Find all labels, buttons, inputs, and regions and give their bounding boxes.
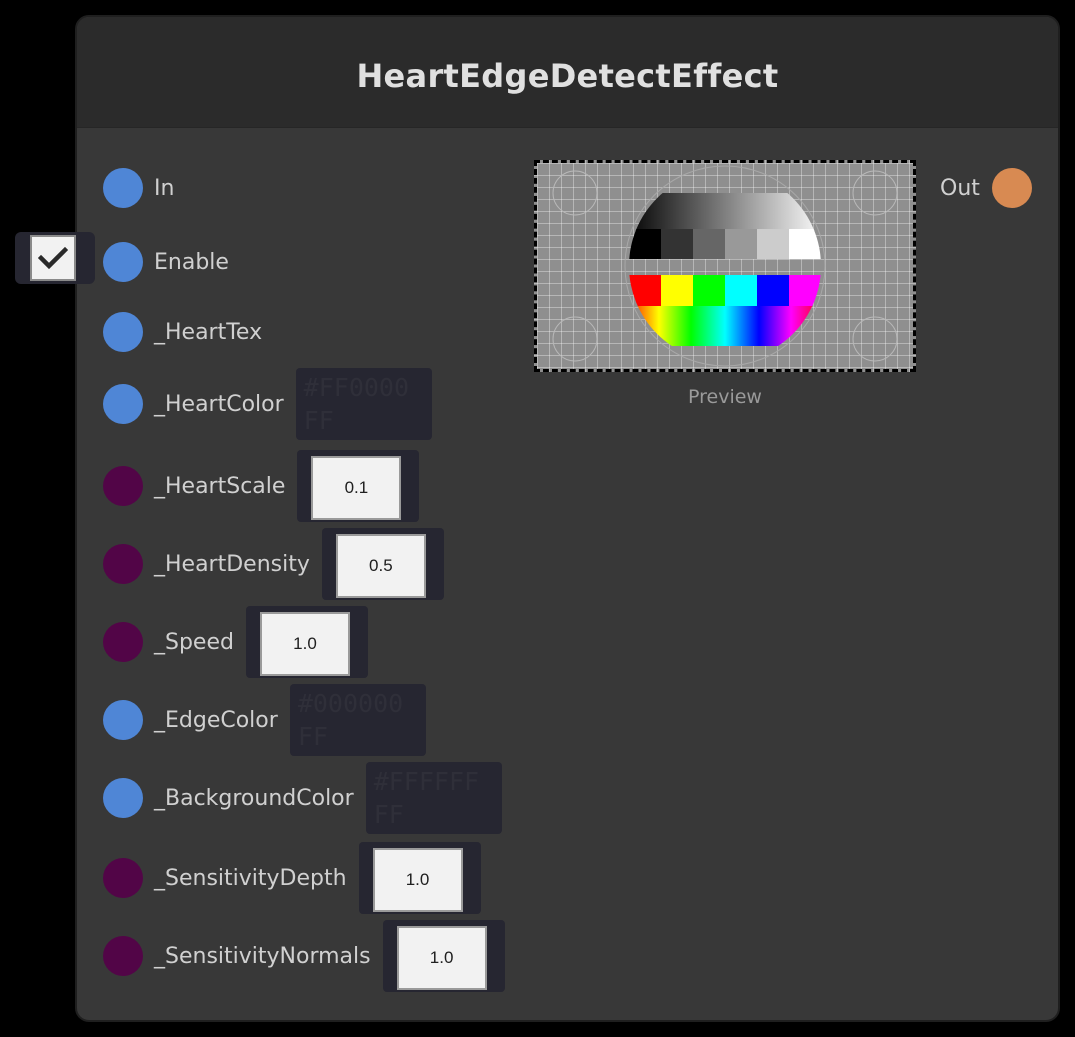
- input-port-dot[interactable]: [103, 168, 143, 208]
- input-port-label: _SensitivityDepth: [154, 865, 347, 891]
- sensitivity-normals-float-field[interactable]: 1.0: [382, 920, 505, 992]
- input-port-speed[interactable]: _Speed 1.0: [103, 606, 368, 678]
- input-port-heart-density[interactable]: _HeartDensity 0.5: [103, 528, 444, 600]
- edge-color-color-field[interactable]: #000000FF: [289, 684, 426, 756]
- input-port-dot[interactable]: [103, 936, 143, 976]
- gray-step-block: [661, 229, 693, 259]
- input-port-label: _Speed: [154, 629, 234, 655]
- color-bar-block: [629, 275, 661, 307]
- input-port-enable[interactable]: Enable: [103, 240, 229, 284]
- input-port-heart-color[interactable]: _HeartColor #FF0000FF: [103, 368, 432, 440]
- input-port-heart-tex[interactable]: _HeartTex: [103, 310, 262, 354]
- sensitivity-normals-value-input[interactable]: 1.0: [396, 926, 487, 990]
- color-bar-block: [757, 275, 789, 307]
- input-port-dot[interactable]: [103, 622, 143, 662]
- color-bar-block: [693, 275, 725, 307]
- input-port-sensitivity-depth[interactable]: _SensitivityDepth 1.0: [103, 842, 481, 914]
- gray-step-block: [693, 229, 725, 259]
- heart-scale-value-input[interactable]: 0.1: [311, 456, 402, 520]
- input-port-dot[interactable]: [103, 700, 143, 740]
- node-title: HeartEdgeDetectEffect: [356, 57, 779, 95]
- input-port-edge-color[interactable]: _EdgeColor #000000FF: [103, 684, 426, 756]
- input-port-label: _HeartColor: [154, 391, 284, 417]
- color-bar-block: [725, 275, 757, 307]
- sensitivity-depth-float-field[interactable]: 1.0: [358, 842, 481, 914]
- sensitivity-depth-value-input[interactable]: 1.0: [372, 848, 463, 912]
- input-port-label: _HeartTex: [154, 319, 263, 345]
- checkmark-icon: [38, 246, 68, 270]
- gray-step-block: [725, 229, 757, 259]
- heart-density-float-field[interactable]: 0.5: [321, 528, 444, 600]
- gray-step-block: [789, 229, 821, 259]
- input-port-background-color[interactable]: _BackgroundColor #FFFFFFFF: [103, 762, 502, 834]
- input-port-dot[interactable]: [103, 778, 143, 818]
- input-port-label: _HeartScale: [154, 473, 286, 499]
- test-pattern-graphic: [552, 165, 898, 367]
- enable-checkbox[interactable]: [30, 235, 76, 281]
- color-bar-block: [661, 275, 693, 307]
- input-port-label: _BackgroundColor: [154, 785, 354, 811]
- input-port-dot[interactable]: [103, 858, 143, 898]
- input-port-label: _HeartDensity: [154, 551, 310, 577]
- preview-caption: Preview: [688, 386, 762, 408]
- output-port-label: Out: [940, 175, 980, 201]
- input-port-heart-scale[interactable]: _HeartScale 0.1: [103, 450, 420, 522]
- background-color-color-field[interactable]: #FFFFFFFF: [365, 762, 502, 834]
- input-port-dot[interactable]: [103, 242, 143, 282]
- heart-color-color-field[interactable]: #FF0000FF: [295, 368, 432, 440]
- input-port-dot[interactable]: [103, 466, 143, 506]
- heart-density-value-input[interactable]: 0.5: [335, 534, 426, 598]
- input-port-in[interactable]: In: [103, 166, 174, 210]
- input-port-dot[interactable]: [103, 384, 143, 424]
- heart-scale-float-field[interactable]: 0.1: [297, 450, 420, 522]
- enable-toggle[interactable]: [15, 232, 95, 284]
- output-port-dot[interactable]: [991, 168, 1032, 208]
- node-header[interactable]: HeartEdgeDetectEffect: [77, 17, 1058, 128]
- input-port-sensitivity-normals[interactable]: _SensitivityNormals 1.0: [103, 920, 505, 992]
- input-port-dot[interactable]: [103, 544, 143, 584]
- input-port-label: _SensitivityNormals: [154, 943, 371, 969]
- input-port-label: _EdgeColor: [154, 707, 278, 733]
- input-port-label: Enable: [154, 249, 229, 275]
- preview-image: [534, 160, 916, 372]
- speed-float-field[interactable]: 1.0: [245, 606, 368, 678]
- color-bar-block: [789, 275, 821, 307]
- output-port-out[interactable]: Out: [940, 166, 1032, 210]
- input-port-dot[interactable]: [103, 312, 143, 352]
- input-port-label: In: [154, 175, 175, 201]
- speed-value-input[interactable]: 1.0: [259, 612, 350, 676]
- gray-step-block: [629, 229, 661, 259]
- gray-step-block: [757, 229, 789, 259]
